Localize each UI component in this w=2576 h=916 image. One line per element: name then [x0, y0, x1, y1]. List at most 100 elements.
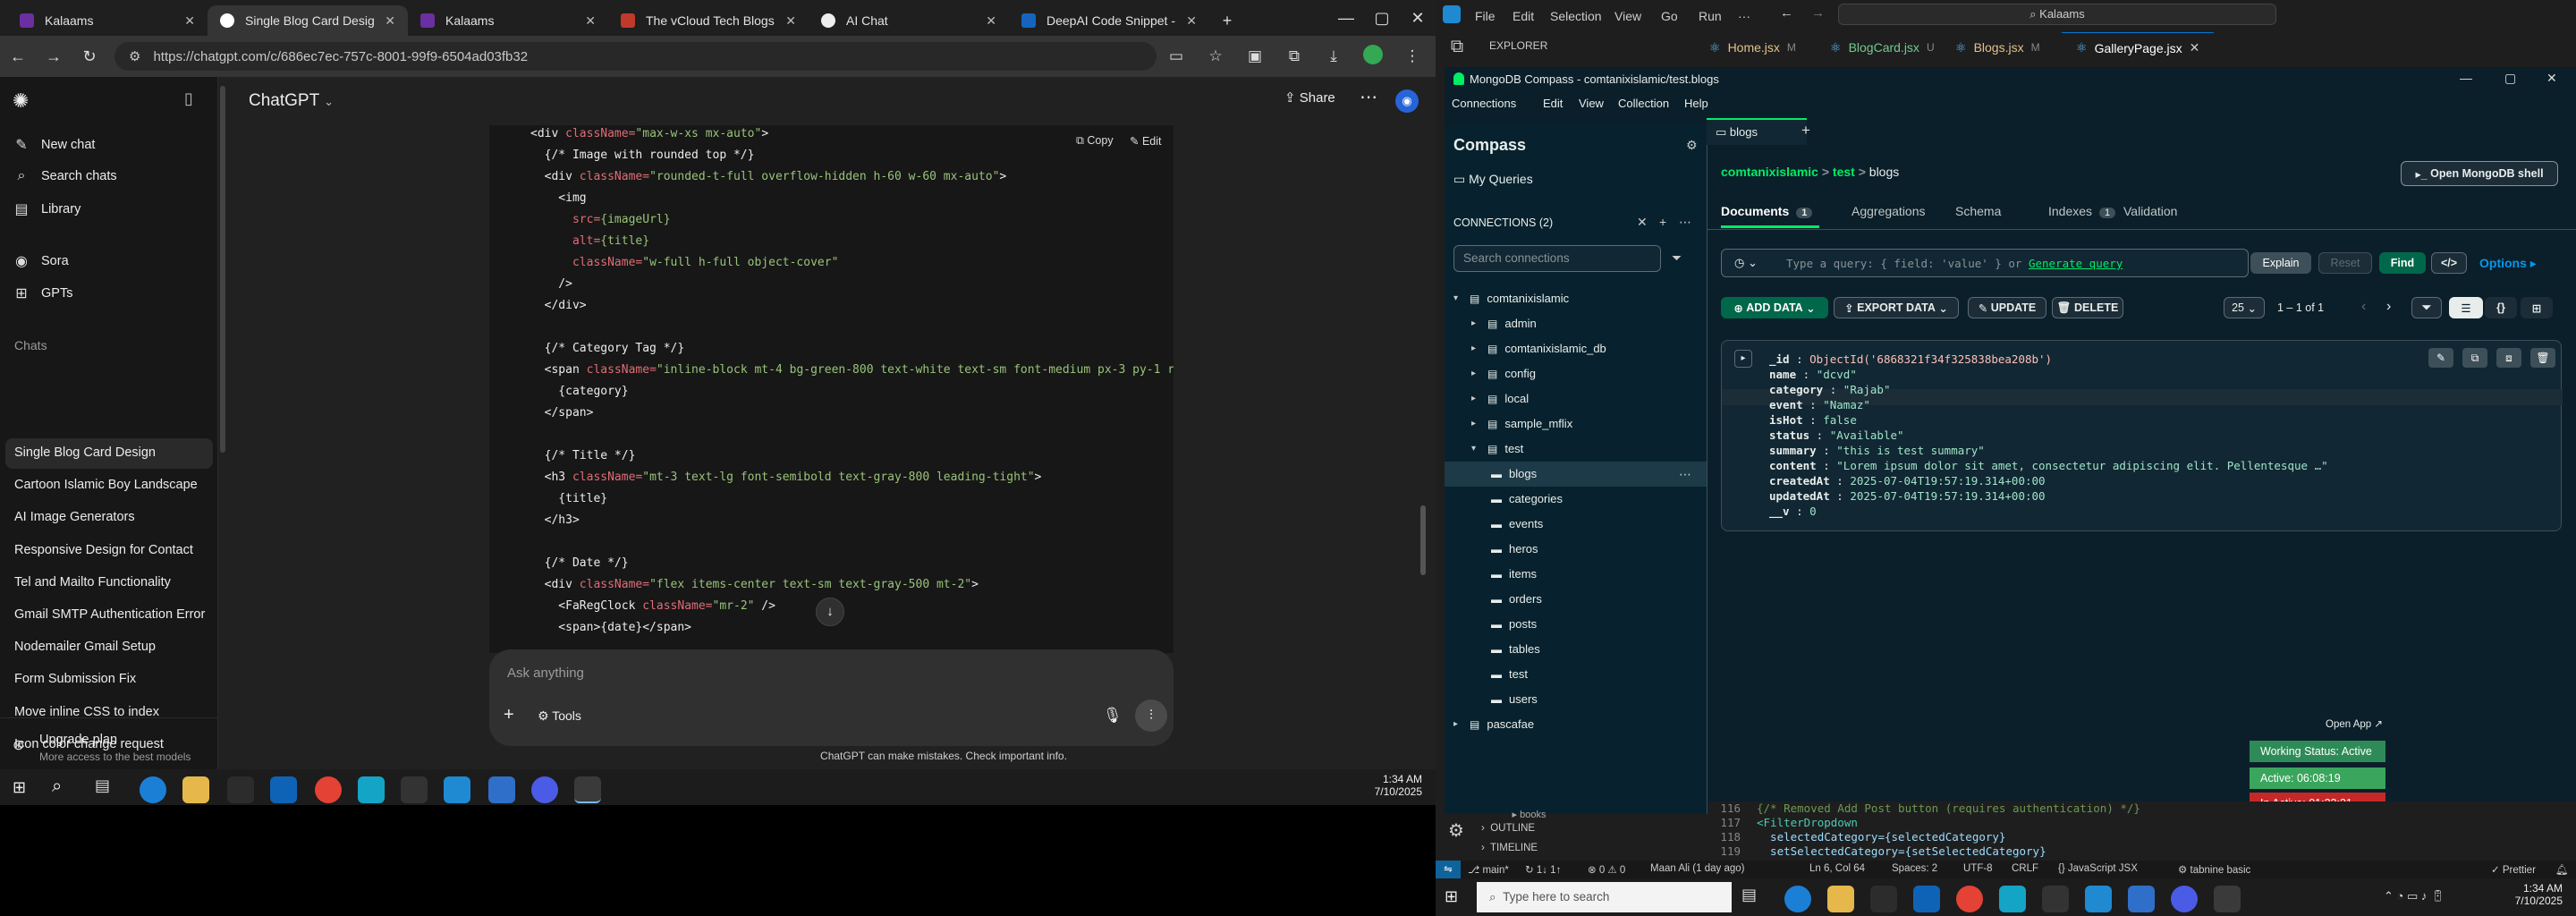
browser-tab-active[interactable]: Single Blog Card Design ✕	[208, 5, 408, 36]
windows-start-icon[interactable]: ⊞	[1445, 887, 1458, 906]
prettier-status[interactable]: ✓ Prettier	[2491, 863, 2536, 876]
editor-code[interactable]: 116 {/* Removed Add Post button (requires…	[1708, 802, 2576, 862]
chevron-icon[interactable]: ▸	[1453, 719, 1462, 729]
copy-document-icon[interactable]: ⧉	[2462, 348, 2487, 368]
forward-icon[interactable]: →	[36, 47, 72, 66]
timeline-section[interactable]: › TIMELINE	[1481, 843, 1538, 853]
chevron-icon[interactable]: ▸	[1471, 419, 1480, 428]
microphone-icon[interactable]: 🎙︎	[1103, 707, 1123, 725]
windows-start-icon[interactable]: ⊞	[13, 778, 26, 797]
close-icon[interactable]: ✕	[986, 13, 996, 29]
zoom-icon[interactable]	[531, 776, 558, 803]
doc-field[interactable]: name : "dcvd"	[1769, 368, 1857, 381]
collection-tab[interactable]: ▭ blogs	[1707, 118, 1807, 145]
add-attachment-icon[interactable]: +	[504, 705, 514, 725]
tree-item-posts[interactable]: ▬ posts	[1491, 617, 1537, 631]
reload-icon[interactable]: ↻	[72, 47, 107, 66]
outlook-icon[interactable]	[270, 776, 297, 803]
outline-section[interactable]: › OUTLINE	[1481, 823, 1535, 834]
tree-item-orders[interactable]: ▬ orders	[1491, 592, 1542, 606]
problems-status[interactable]: ⊗ 0 ⚠ 0	[1588, 863, 1625, 876]
indentation[interactable]: Spaces: 2	[1892, 863, 1937, 874]
reset-button[interactable]: Reset	[2318, 252, 2372, 274]
menu-item[interactable]: Edit	[1513, 9, 1534, 23]
close-window-icon[interactable]: ✕	[1400, 0, 1436, 36]
browser-tab[interactable]: Kalaams ✕	[7, 5, 208, 36]
menu-item[interactable]: View	[1614, 9, 1641, 23]
list-view-icon[interactable]: ☰	[2449, 297, 2483, 318]
doc-field[interactable]: createdAt : 2025-07-04T19:57:19.314+00:0…	[1769, 474, 2046, 488]
find-button[interactable]: Find	[2379, 252, 2426, 274]
edge-icon[interactable]	[1784, 886, 1811, 912]
file-explorer-icon[interactable]	[1827, 886, 1854, 912]
outlook-icon[interactable]	[1913, 886, 1940, 912]
extensions-puzzle-icon[interactable]: ⧉	[1275, 47, 1314, 65]
maximize-icon[interactable]: ▢	[1364, 0, 1400, 36]
voice-mode-button[interactable]: ⫶	[1135, 700, 1167, 732]
doc-field[interactable]: event : "Namaz"	[1769, 398, 1870, 411]
breadcrumb-connection[interactable]: comtanixislamic	[1721, 165, 1818, 179]
export-data-button[interactable]: ⇪ EXPORT DATA ⌄	[1834, 297, 1959, 318]
menu-item[interactable]: View	[1579, 97, 1604, 110]
subtab-schema[interactable]: Schema	[1955, 204, 2001, 218]
update-button[interactable]: ✎ UPDATE	[1968, 297, 2046, 318]
chrome-icon[interactable]	[1956, 886, 1983, 912]
bookmark-star-icon[interactable]: ☆	[1196, 47, 1235, 65]
model-selector[interactable]: ChatGPT ⌄	[249, 91, 334, 111]
browser-tab[interactable]: The vCloud Tech Blogs - vCl ✕	[608, 5, 809, 36]
tree-item-comtanixislamic[interactable]: ▾ ▤ comtanixislamic	[1453, 292, 1569, 305]
explorer-icon[interactable]: ⧉	[1436, 29, 1479, 64]
options-toggle[interactable]: Options ▸	[2479, 256, 2537, 271]
settings-gear-icon[interactable]: ⚙	[1686, 138, 1698, 153]
zoom-icon[interactable]	[2171, 886, 2198, 912]
collapse-all-icon[interactable]: ✕	[1637, 215, 1648, 230]
close-icon[interactable]: ✕	[385, 13, 395, 29]
cast-icon[interactable]: ▭	[1157, 47, 1196, 65]
chat-item[interactable]: AI Image Generators	[14, 510, 135, 524]
file-explorer-icon[interactable]	[182, 776, 209, 803]
sidebar-toggle-icon[interactable]: ▯	[184, 89, 193, 108]
app-icon[interactable]	[488, 776, 515, 803]
chevron-icon[interactable]: ▸	[1471, 394, 1480, 403]
table-view-icon[interactable]: ⊞	[2521, 297, 2553, 318]
breadcrumb-db[interactable]: test	[1833, 165, 1855, 179]
command-center-search[interactable]: ⌕ Kalaams	[1838, 4, 2276, 25]
chevron-icon[interactable]: ▸	[1471, 369, 1480, 378]
tree-item-tables[interactable]: ▬ tables	[1491, 642, 1540, 656]
chat-item[interactable]: Cartoon Islamic Boy Landscape	[14, 478, 198, 492]
edge-icon[interactable]	[140, 776, 166, 803]
profile-avatar[interactable]	[1353, 44, 1393, 69]
menu-dots-icon[interactable]: ⋮	[1393, 47, 1432, 65]
doc-field[interactable]: updatedAt : 2025-07-04T19:57:19.314+00:0…	[1769, 489, 2046, 503]
doc-field[interactable]: summary : "this is test summary"	[1769, 444, 1985, 457]
menu-item[interactable]: File	[1475, 9, 1496, 23]
filter-icon[interactable]: ⏷	[1672, 250, 1682, 266]
browser-tab[interactable]: Kalaams ✕	[408, 5, 608, 36]
chatgpt-app-icon[interactable]	[2214, 886, 2241, 912]
store-icon[interactable]	[1870, 886, 1897, 912]
chevron-icon[interactable]: ▸	[1471, 318, 1480, 328]
chat-scrollbar[interactable]	[1420, 505, 1426, 575]
query-input[interactable]: Type a query: { field: 'value' } or Gene…	[1786, 257, 2123, 270]
close-icon[interactable]: ✕	[2546, 71, 2557, 86]
tree-item-test[interactable]: ▬ test	[1491, 667, 1528, 681]
generate-query-link[interactable]: Generate query	[2029, 257, 2123, 270]
expand-icon[interactable]: ▸	[1734, 350, 1752, 368]
more-options-icon[interactable]: ⋯	[1679, 467, 1691, 482]
tree-item-comtanixislamic_db[interactable]: ▸ ▤ comtanixislamic_db	[1471, 342, 1606, 355]
tree-item-admin[interactable]: ▸ ▤ admin	[1471, 317, 1537, 330]
back-icon[interactable]: ←	[1780, 5, 1793, 21]
app-icon[interactable]	[358, 776, 385, 803]
sync-status[interactable]: ↻ 1↓ 1↑	[1525, 863, 1561, 876]
doc-field[interactable]: content : "Lorem ipsum dolor sit amet, c…	[1769, 459, 2328, 472]
chatgpt-app-icon[interactable]	[574, 776, 601, 803]
editor-tab[interactable]: ⚛ Home.jsx M	[1695, 32, 1810, 63]
share-button[interactable]: ⇪ Share	[1284, 89, 1335, 106]
chat-item[interactable]: Single Blog Card Design	[14, 445, 156, 460]
tree-item-blogs[interactable]: ▬ blogs	[1491, 467, 1537, 480]
doc-field[interactable]: isHot : false	[1769, 413, 1857, 427]
menu-item[interactable]: Selection	[1550, 9, 1602, 23]
nav-new-chat[interactable]: ✎ New chat	[13, 136, 95, 154]
sidebar-scrollbar[interactable]	[220, 86, 225, 453]
prompt-input[interactable]: Ask anything	[507, 666, 584, 681]
